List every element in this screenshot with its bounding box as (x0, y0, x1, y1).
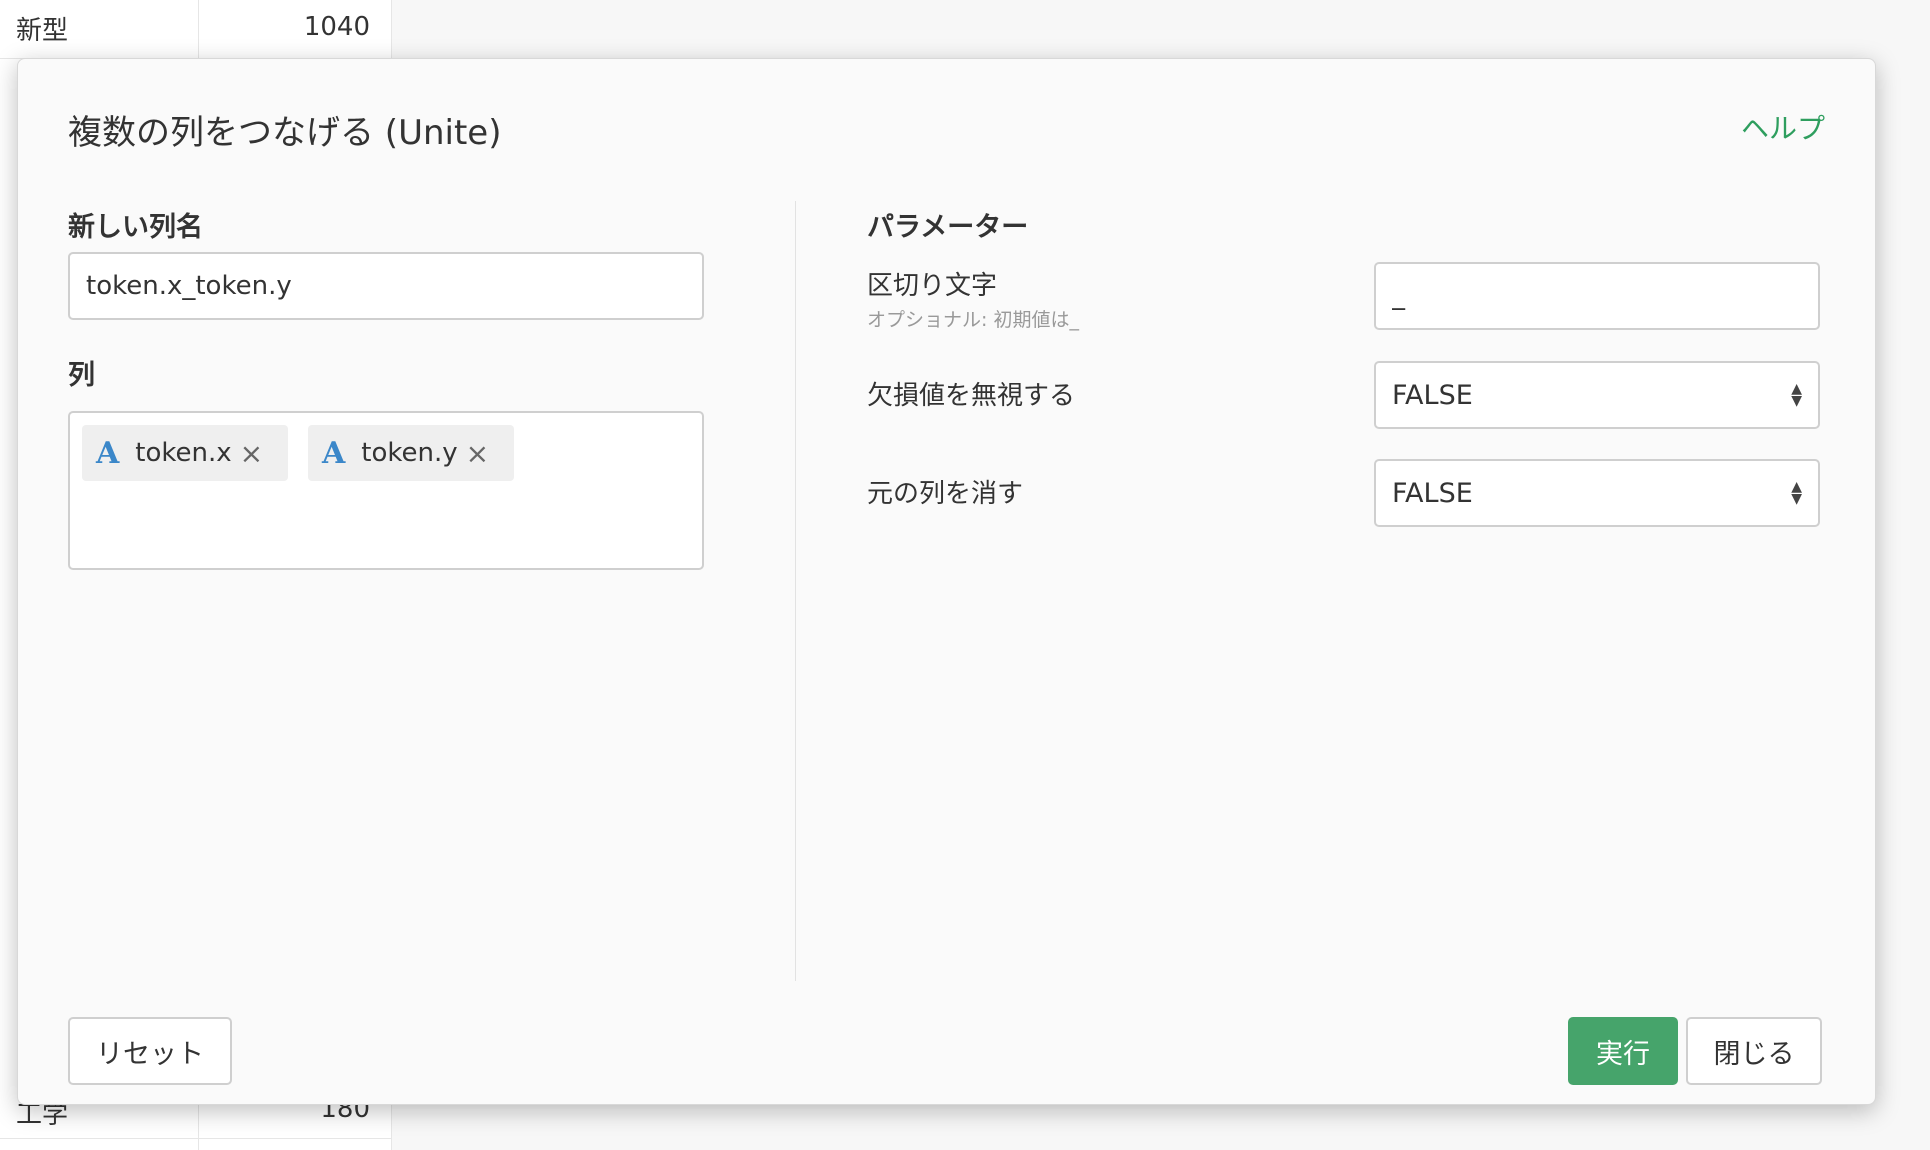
run-button[interactable]: 実行 (1568, 1017, 1678, 1085)
column-tag-label: token.x (135, 438, 232, 468)
remove-original-value: FALSE (1392, 477, 1473, 509)
table-cell-name: 新型 (16, 16, 69, 46)
column-tag-token-y[interactable]: A token.y × (308, 425, 514, 481)
dialog-title: 複数の列をつなげる (Unite) (68, 113, 502, 153)
separator-label: 区切り文字 (867, 271, 998, 301)
columns-label: 列 (68, 360, 95, 391)
string-type-icon: A (322, 435, 346, 471)
help-link[interactable]: ヘルプ (1741, 107, 1825, 147)
unite-dialog: 複数の列をつなげる (Unite) ヘルプ 新しい列名 列 A token.x … (17, 58, 1876, 1105)
table-row[interactable]: 新型 1040 (0, 0, 392, 59)
separator-hint: オプショナル: 初期値は_ (867, 309, 1079, 331)
ignore-na-value: FALSE (1392, 379, 1473, 411)
select-arrows-icon: ▲ ▼ (1791, 381, 1802, 409)
select-arrows-icon: ▲ ▼ (1791, 479, 1802, 507)
reset-button[interactable]: リセット (68, 1017, 232, 1085)
remove-original-label: 元の列を消す (867, 479, 1024, 509)
parameters-heading: パラメーター (867, 212, 1029, 243)
ignore-na-label: 欠損値を無視する (867, 381, 1076, 411)
table-cell-value: 1040 (303, 12, 370, 42)
column-tag-label: token.y (361, 438, 458, 468)
new-column-input[interactable] (68, 252, 704, 320)
remove-original-select[interactable]: FALSE ▲ ▼ (1374, 459, 1820, 527)
remove-tag-icon[interactable]: × (240, 437, 263, 470)
columns-selector[interactable]: A token.x × A token.y × (68, 411, 704, 570)
separator-input[interactable] (1374, 262, 1820, 330)
string-type-icon: A (96, 435, 120, 471)
remove-tag-icon[interactable]: × (466, 437, 489, 470)
close-button[interactable]: 閉じる (1686, 1017, 1822, 1085)
column-divider (795, 201, 796, 981)
column-tag-token-x[interactable]: A token.x × (82, 425, 288, 481)
new-column-label: 新しい列名 (68, 212, 203, 243)
ignore-na-select[interactable]: FALSE ▲ ▼ (1374, 361, 1820, 429)
